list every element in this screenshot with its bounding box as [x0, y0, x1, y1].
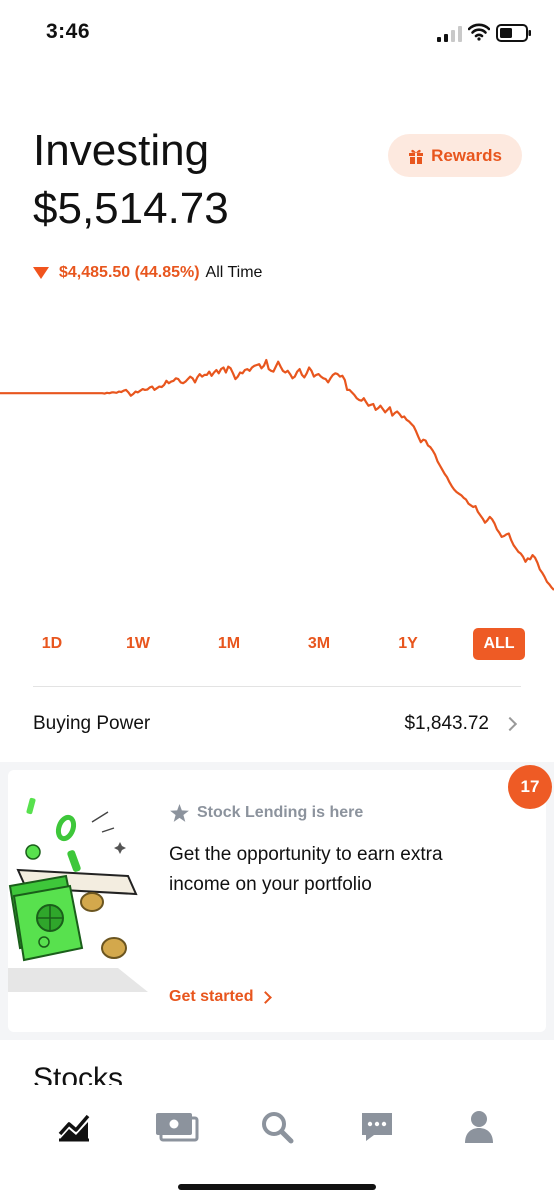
- search-icon: [262, 1112, 294, 1144]
- portfolio-balance: $5,514.73: [33, 184, 229, 233]
- bottom-tab-bar: [0, 1085, 554, 1200]
- get-started-link[interactable]: Get started: [169, 988, 273, 1006]
- range-all-button[interactable]: ALL: [473, 628, 525, 660]
- status-time: 3:46: [46, 20, 91, 43]
- battery-icon: [496, 24, 531, 42]
- gift-icon: [409, 149, 424, 164]
- tab-messages[interactable]: [354, 1107, 400, 1147]
- notification-badge[interactable]: 17: [508, 765, 552, 809]
- status-bar: 3:46: [0, 0, 554, 66]
- tab-search[interactable]: [254, 1107, 300, 1147]
- stock-lending-card[interactable]: Stock Lending is here Get the opportunit…: [8, 770, 546, 1032]
- portfolio-line-chart[interactable]: [0, 330, 554, 620]
- change-value: $4,485.50 (44.85%): [59, 264, 200, 281]
- get-started-label: Get started: [169, 988, 254, 1005]
- account-person-icon: [465, 1111, 493, 1143]
- rewards-button[interactable]: Rewards: [388, 134, 522, 177]
- buying-power-label: Buying Power: [33, 713, 151, 734]
- wifi-icon: [468, 23, 490, 41]
- cellular-signal-icon: [437, 26, 462, 42]
- range-1y-button[interactable]: 1Y: [382, 628, 434, 660]
- range-1d-button[interactable]: 1D: [26, 628, 78, 660]
- home-indicator: [178, 1184, 376, 1190]
- cash-illustration: [8, 797, 148, 992]
- promo-body: Get the opportunity to earn extra income…: [169, 844, 443, 895]
- page-title: Investing: [33, 126, 210, 175]
- portfolio-change: $4,485.50 (44.85%) All Time: [33, 262, 262, 284]
- change-period: All Time: [205, 264, 263, 281]
- chart-line-icon: [58, 1114, 90, 1142]
- star-icon: [170, 804, 189, 822]
- chevron-right-icon: [502, 716, 518, 732]
- tab-investing[interactable]: [51, 1107, 97, 1147]
- tab-account[interactable]: [456, 1107, 502, 1147]
- chat-bubble-icon: [362, 1113, 392, 1141]
- range-1w-button[interactable]: 1W: [112, 628, 164, 660]
- buying-power-value: $1,843.72: [404, 713, 489, 734]
- down-triangle-icon: [33, 267, 49, 279]
- promo-kicker-text: Stock Lending is here: [197, 804, 364, 821]
- tab-cash[interactable]: [154, 1107, 200, 1147]
- chevron-right-icon: [259, 990, 273, 1004]
- portfolio-series-line: [0, 358, 554, 591]
- range-3m-button[interactable]: 3M: [293, 628, 345, 660]
- range-1m-button[interactable]: 1M: [203, 628, 255, 660]
- promo-kicker: Stock Lending is here: [170, 804, 363, 822]
- divider: [33, 686, 521, 687]
- buying-power-row[interactable]: Buying Power $1,843.72: [33, 700, 521, 748]
- rewards-label: Rewards: [431, 145, 502, 165]
- time-range-selector: 1D 1W 1M 3M 1Y ALL: [26, 628, 530, 660]
- cash-card-icon: [156, 1113, 199, 1142]
